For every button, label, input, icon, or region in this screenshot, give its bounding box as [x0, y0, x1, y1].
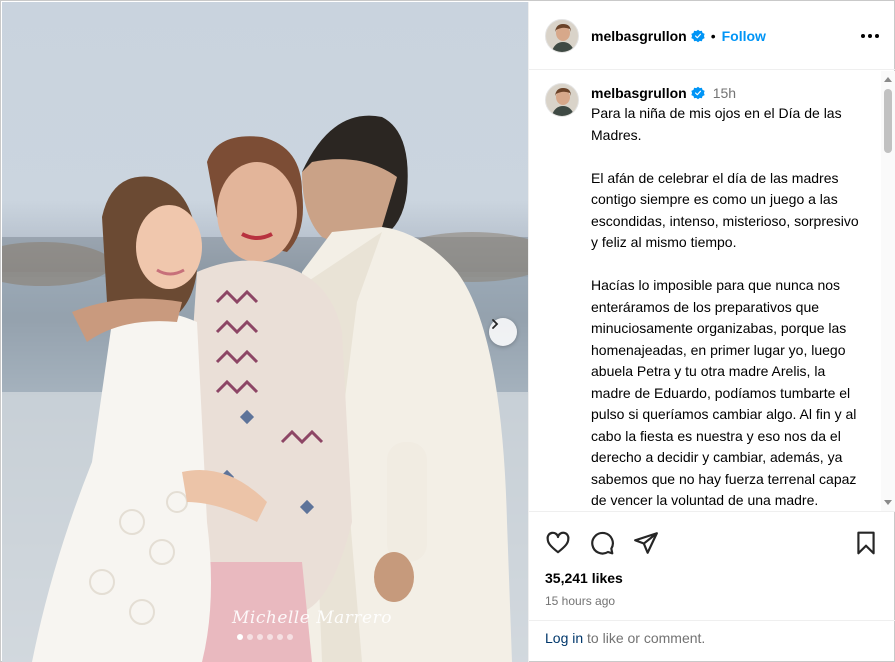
carousel-dot	[277, 634, 283, 640]
caption-author-avatar[interactable]	[545, 83, 579, 117]
post-side-panel: melbasgrullon • Follow melbasgrullon 15h…	[528, 2, 895, 662]
caption-body: melbasgrullon 15h Para la niña de mis oj…	[591, 83, 861, 511]
actions-area: 35,241 likes 15 hours ago	[529, 511, 895, 608]
scrollbar-thumb[interactable]	[884, 89, 892, 153]
comments-scrollbar[interactable]	[881, 71, 895, 511]
avatar-image	[546, 19, 578, 52]
caption-paragraph: El afán de celebrar el día de las madres…	[591, 169, 859, 251]
author-avatar[interactable]	[545, 18, 579, 53]
post-photo[interactable]: Michelle Marrero	[2, 2, 528, 662]
post-header: melbasgrullon • Follow	[529, 2, 895, 70]
caption-paragraph: Para la niña de mis ojos en el Día de la…	[591, 105, 842, 143]
carousel-indicator	[2, 634, 528, 640]
caption-timestamp[interactable]: 15h	[713, 85, 736, 101]
verified-badge-icon	[691, 29, 705, 42]
photographer-watermark: Michelle Marrero	[232, 608, 392, 628]
chevron-right-icon	[492, 319, 499, 329]
carousel-dot	[287, 634, 293, 640]
carousel-dot	[267, 634, 273, 640]
carousel-dot	[237, 634, 243, 640]
paper-plane-icon[interactable]	[633, 530, 659, 556]
bookmark-icon[interactable]	[853, 530, 879, 556]
more-options-icon[interactable]	[859, 28, 881, 44]
comment-icon[interactable]	[589, 530, 615, 556]
comments-section[interactable]: melbasgrullon 15h Para la niña de mis oj…	[529, 71, 895, 511]
caption-paragraph: Hacías lo imposible para que nunca nos e…	[591, 277, 857, 508]
carousel-dot	[257, 634, 263, 640]
caption-header: melbasgrullon 15h	[591, 83, 861, 103]
post-timestamp[interactable]: 15 hours ago	[529, 586, 895, 608]
author-username[interactable]: melbasgrullon	[591, 28, 687, 44]
login-link[interactable]: Log in	[545, 630, 583, 646]
caption-row: melbasgrullon 15h Para la niña de mis oj…	[529, 71, 895, 511]
carousel-dot	[247, 634, 253, 640]
instagram-post-modal: Michelle Marrero melbasgrullon • Follow …	[0, 0, 895, 662]
verified-badge-icon	[691, 86, 705, 100]
login-prompt: Log in to like or comment.	[529, 620, 895, 655]
header-separator: •	[710, 27, 716, 44]
login-prompt-text: to like or comment.	[583, 630, 706, 646]
action-bar	[529, 512, 895, 560]
family-portrait-image	[2, 115, 528, 662]
scroll-up-arrow-icon[interactable]	[884, 77, 892, 82]
carousel-next-button[interactable]	[489, 318, 517, 346]
heart-icon[interactable]	[545, 530, 571, 556]
avatar-image	[546, 84, 578, 116]
scroll-down-arrow-icon[interactable]	[884, 500, 892, 505]
caption-username[interactable]: melbasgrullon	[591, 85, 687, 101]
follow-button[interactable]: Follow	[722, 28, 766, 44]
caption-text: Para la niña de mis ojos en el Día de la…	[591, 103, 861, 511]
likes-count[interactable]: 35,241 likes	[529, 560, 895, 586]
